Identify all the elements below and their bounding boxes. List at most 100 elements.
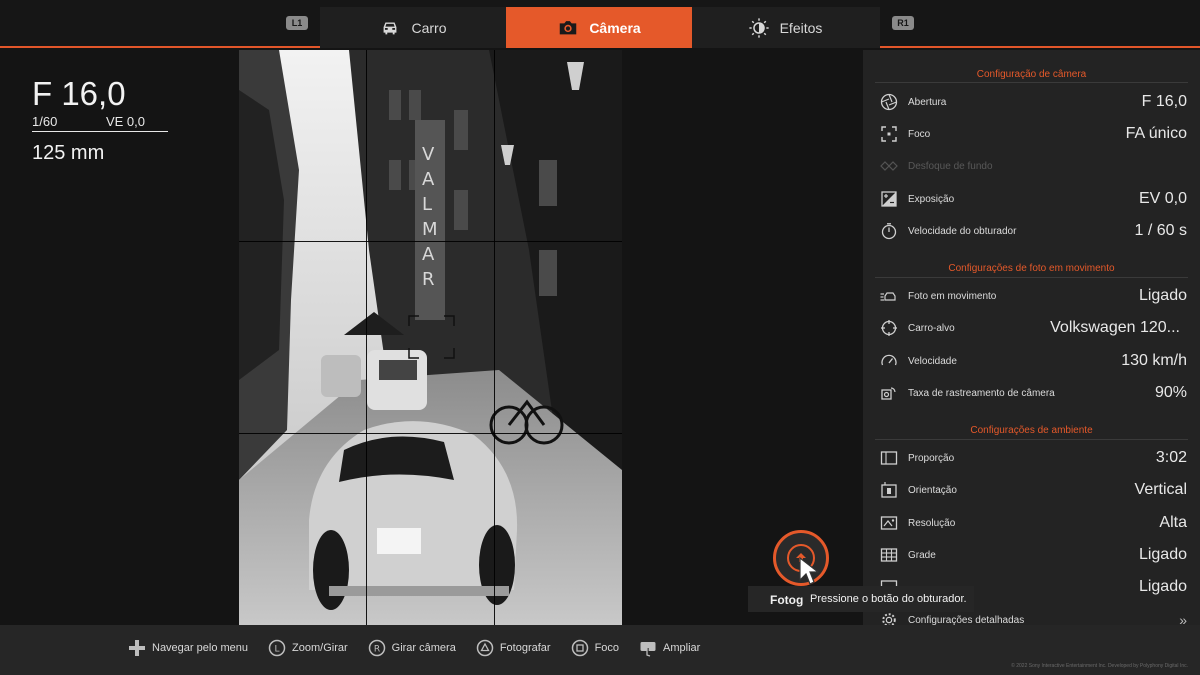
section-title-camera: Configuração de câmera xyxy=(976,69,1087,80)
setting-label: Carro-alvo xyxy=(908,322,955,334)
hint-label: Navegar pelo menu xyxy=(152,642,249,654)
setting-label: Foco xyxy=(908,128,931,140)
hint-navigate-menu: Navegar pelo menu xyxy=(128,639,248,657)
aperture-readout: F 16,0 xyxy=(32,75,126,112)
setting-label: Exposição xyxy=(908,193,955,205)
hint-label: Fotografar xyxy=(499,642,551,654)
setting-value: Vertical xyxy=(1134,481,1187,498)
focus-icon xyxy=(879,124,899,144)
street-scene-image: VALMAR xyxy=(239,50,622,625)
touchpad-icon xyxy=(640,642,656,657)
setting-label: Desfoque de fundo xyxy=(908,160,993,172)
tracking-icon xyxy=(879,383,899,403)
tab-camera[interactable]: Câmera xyxy=(506,7,692,48)
setting-label: Proporção xyxy=(908,452,955,464)
setting-speed[interactable]: Velocidade 130 km/h xyxy=(875,345,1188,377)
setting-background-blur: Desfoque de fundo xyxy=(875,150,1188,182)
setting-grid[interactable]: Grade Ligado xyxy=(875,539,1188,571)
setting-value: FA único xyxy=(1125,125,1187,142)
triangle-button-icon xyxy=(476,639,494,657)
setting-orientation[interactable]: Orientação Vertical xyxy=(875,474,1188,506)
divider xyxy=(875,439,1188,440)
setting-shutter-speed[interactable]: Velocidade do obturador 1 / 60 s xyxy=(875,215,1188,247)
setting-value: Volkswagen 120... xyxy=(1050,319,1180,336)
top-tab-bar: L1 Carro Câmera Efeitos R1 xyxy=(0,0,1200,48)
grid-icon xyxy=(879,545,899,565)
setting-value: F 16,0 xyxy=(1141,93,1187,110)
divider xyxy=(875,82,1188,83)
setting-label: Velocidade do obturador xyxy=(908,225,1017,237)
hint-focus: Foco xyxy=(571,639,619,657)
camera-settings-panel: Configuração de câmera Abertura F 16,0 F… xyxy=(863,50,1200,628)
svg-text:A: A xyxy=(422,169,435,190)
setting-label: Taxa de rastreamento de câmera xyxy=(908,387,1055,399)
setting-target-car[interactable]: Carro-alvo Volkswagen 120... xyxy=(875,312,1188,344)
setting-aspect-ratio[interactable]: Proporção 3:02 xyxy=(875,442,1188,474)
setting-label: Orientação xyxy=(908,484,957,496)
svg-text:A: A xyxy=(422,244,435,265)
tab-group: Carro Câmera Efeitos xyxy=(320,7,880,48)
svg-text:R: R xyxy=(374,645,380,655)
hint-rotate-camera: R Girar câmera xyxy=(368,639,456,657)
setting-exposure[interactable]: Exposição EV 0,0 xyxy=(875,183,1188,215)
focal-length-readout: 125 mm xyxy=(32,142,105,164)
grid-line xyxy=(239,241,622,242)
tab-camera-label: Câmera xyxy=(589,19,641,36)
grid-line xyxy=(366,50,367,625)
tab-car[interactable]: Carro xyxy=(320,7,506,48)
grid-line xyxy=(494,50,495,625)
setting-aperture[interactable]: Abertura F 16,0 xyxy=(875,86,1188,118)
timer-icon xyxy=(879,221,899,241)
setting-label: Grade xyxy=(908,549,936,561)
copyright-notice: © 2022 Sony Interactive Entertainment In… xyxy=(1011,663,1188,669)
r-stick-icon: R xyxy=(368,639,385,657)
controller-hint-bar: Navegar pelo menu L Zoom/Girar R Girar c… xyxy=(0,625,1200,675)
setting-value: Ligado xyxy=(1138,287,1187,304)
tab-car-label: Carro xyxy=(411,19,447,36)
svg-text:V: V xyxy=(422,144,435,165)
svg-text:L: L xyxy=(422,194,432,215)
shutter-speed-readout: 1/60 xyxy=(32,114,58,129)
svg-text:R: R xyxy=(422,269,435,290)
hint-label: Ampliar xyxy=(663,642,701,654)
setting-value: Ligado xyxy=(1138,546,1187,563)
setting-motion-photo[interactable]: Foto em movimento Ligado xyxy=(875,280,1188,312)
dpad-icon xyxy=(129,640,145,656)
hint-label: Zoom/Girar xyxy=(292,642,348,654)
section-title-environment: Configurações de ambiente xyxy=(970,425,1093,436)
svg-text:M: M xyxy=(422,219,438,240)
setting-label: Resolução xyxy=(908,517,956,529)
hint-label: Foco xyxy=(594,642,620,654)
motion-icon xyxy=(879,286,899,306)
setting-value: 3:02 xyxy=(1155,449,1187,466)
photo-preview[interactable]: VALMAR xyxy=(239,50,622,625)
section-title-motion: Configurações de foto em movimento xyxy=(948,263,1115,274)
pointer-cursor-icon xyxy=(799,556,820,585)
l-stick-icon: L xyxy=(268,639,286,657)
setting-label: Configurações detalhadas xyxy=(908,614,1025,626)
tab-effects-label: Efeitos xyxy=(779,19,823,36)
shutter-tooltip: Pressione o botão do obturador. xyxy=(803,586,974,612)
car-icon xyxy=(384,22,397,34)
ev-readout: VE 0,0 xyxy=(105,114,145,129)
setting-resolution[interactable]: Resolução Alta xyxy=(875,507,1188,539)
setting-value: 130 km/h xyxy=(1121,352,1187,369)
setting-label: Velocidade xyxy=(908,355,957,367)
target-icon xyxy=(879,318,899,338)
setting-value: EV 0,0 xyxy=(1138,190,1187,207)
r1-shoulder-icon[interactable]: R1 xyxy=(892,16,914,30)
effects-icon xyxy=(748,17,769,38)
setting-focus[interactable]: Foco FA único xyxy=(875,118,1188,150)
resolution-icon xyxy=(879,513,899,533)
setting-camera-tracking-rate[interactable]: Taxa de rastreamento de câmera 90% xyxy=(875,377,1188,409)
exposure-readout: 1/60 VE 0,0 xyxy=(32,114,168,132)
tab-effects[interactable]: Efeitos xyxy=(692,7,878,48)
orientation-icon xyxy=(879,480,899,500)
hint-enlarge: Ampliar xyxy=(639,639,700,657)
ratio-icon xyxy=(879,448,899,468)
setting-value: 1 / 60 s xyxy=(1134,222,1187,239)
grid-line xyxy=(239,433,622,434)
aperture-icon xyxy=(879,92,899,112)
setting-label: Abertura xyxy=(908,96,947,108)
l1-shoulder-icon[interactable]: L1 xyxy=(286,16,308,30)
